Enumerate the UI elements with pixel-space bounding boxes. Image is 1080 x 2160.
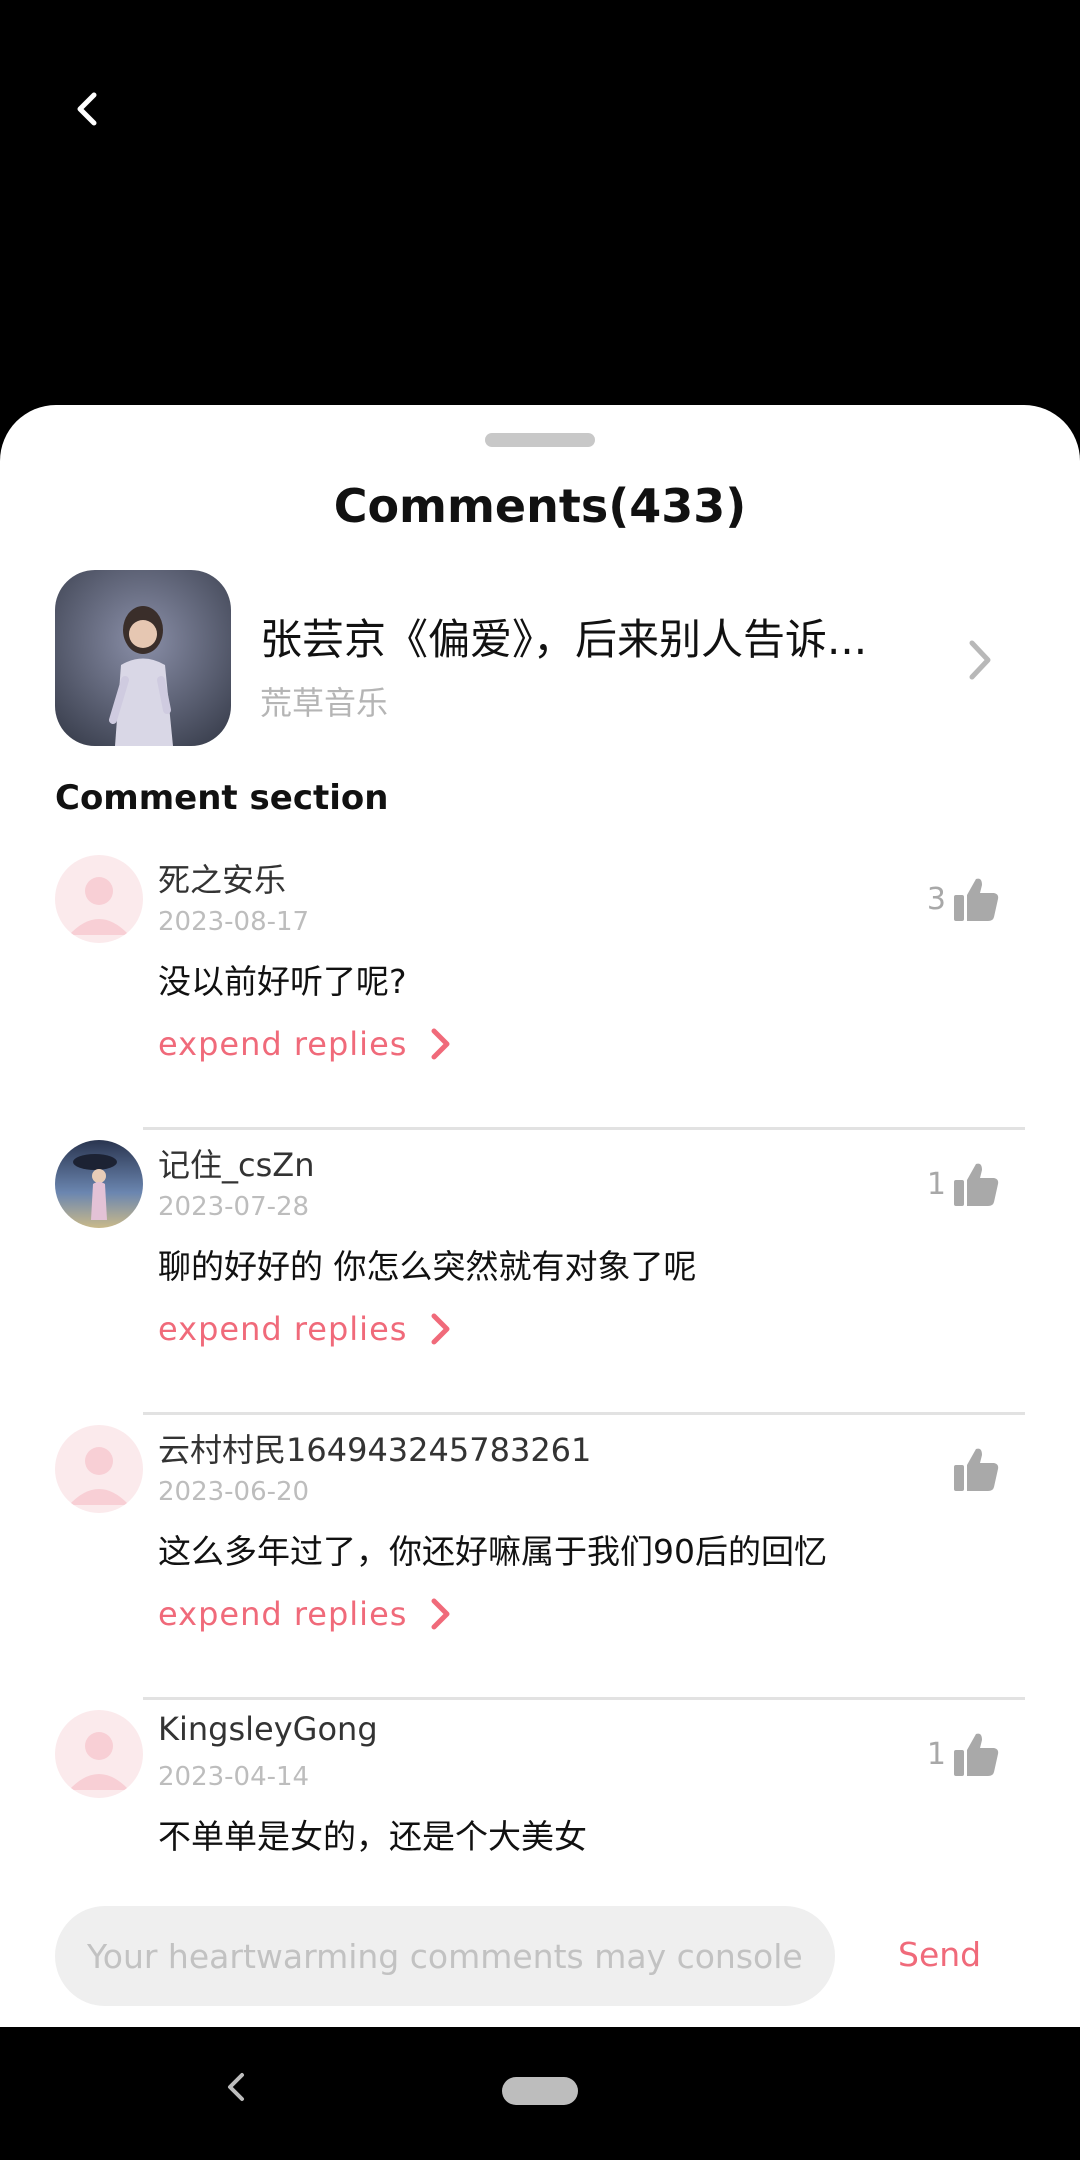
comment-text: 不单单是女的，还是个大美女 bbox=[158, 1817, 587, 1856]
sheet-title: Comments(433) bbox=[333, 479, 747, 533]
chevron-right-icon bbox=[431, 1598, 450, 1630]
comment-item: KingsleyGong 2023-04-14 不单单是女的，还是个大美女 1 bbox=[0, 1710, 1080, 1870]
thumbs-up-icon bbox=[954, 1448, 999, 1491]
expand-replies-label: expend replies bbox=[158, 1025, 408, 1063]
drag-handle[interactable] bbox=[485, 433, 595, 447]
expand-replies-button[interactable]: expend replies bbox=[158, 1595, 453, 1633]
comment-input[interactable] bbox=[85, 1935, 809, 1977]
divider bbox=[143, 1412, 1025, 1415]
like-button[interactable] bbox=[946, 1445, 1000, 1493]
thumbs-up-icon bbox=[954, 878, 999, 921]
nav-home-pill[interactable] bbox=[502, 2077, 578, 2105]
like-count: 1 bbox=[926, 1736, 946, 1772]
nav-back-icon[interactable] bbox=[222, 2067, 252, 2107]
comment-text: 这么多年过了，你还好嘛属于我们90后的回忆 bbox=[158, 1532, 827, 1571]
comment-date: 2023-06-20 bbox=[158, 1477, 310, 1507]
expand-replies-label: expend replies bbox=[158, 1310, 408, 1348]
comment-username[interactable]: 记住_csZn bbox=[158, 1140, 314, 1186]
avatar[interactable] bbox=[55, 1710, 143, 1798]
chevron-right-icon bbox=[431, 1313, 450, 1345]
comment-username[interactable]: KingsleyGong bbox=[158, 1710, 378, 1748]
like-count: 1 bbox=[926, 1166, 946, 1202]
avatar[interactable] bbox=[55, 1425, 143, 1513]
top-area bbox=[0, 0, 1080, 405]
like-button[interactable]: 1 bbox=[927, 1730, 1000, 1778]
avatar[interactable] bbox=[55, 1140, 143, 1228]
send-button[interactable]: Send bbox=[898, 1935, 981, 1974]
comment-text: 没以前好听了呢? bbox=[158, 962, 407, 1001]
system-nav-bar bbox=[0, 2027, 1080, 2160]
song-card[interactable]: 张芸京《偏爱》，后来别人告诉... 荒草音乐 bbox=[55, 570, 1025, 746]
divider bbox=[143, 1697, 1025, 1700]
expand-replies-button[interactable]: expend replies bbox=[158, 1025, 453, 1063]
comment-date: 2023-08-17 bbox=[158, 907, 310, 937]
song-artist: 荒草音乐 bbox=[260, 684, 389, 722]
comment-username[interactable]: 云村村民164943245783261 bbox=[158, 1425, 591, 1471]
thumbs-up-icon bbox=[954, 1733, 999, 1776]
comment-item: 死之安乐 2023-08-17 没以前好听了呢? expend replies … bbox=[0, 855, 1080, 1139]
like-count: 3 bbox=[926, 881, 946, 917]
like-button[interactable]: 1 bbox=[927, 1160, 1000, 1208]
expand-replies-label: expend replies bbox=[158, 1595, 408, 1633]
like-button[interactable]: 3 bbox=[927, 875, 1000, 923]
back-button[interactable] bbox=[62, 84, 112, 134]
divider bbox=[143, 1127, 1025, 1130]
comment-date: 2023-04-14 bbox=[158, 1762, 310, 1792]
chevron-left-icon bbox=[77, 92, 97, 126]
comment-section-label: Comment section bbox=[55, 778, 389, 818]
comment-date: 2023-07-28 bbox=[158, 1192, 310, 1222]
thumbs-up-icon bbox=[954, 1163, 999, 1206]
avatar[interactable] bbox=[55, 855, 143, 943]
chevron-right-icon bbox=[431, 1028, 450, 1060]
comment-input-container bbox=[55, 1906, 835, 2006]
chevron-right-icon bbox=[969, 640, 991, 680]
song-cover bbox=[55, 570, 231, 746]
comment-item: 云村村民164943245783261 2023-06-20 这么多年过了，你还… bbox=[0, 1425, 1080, 1709]
comment-username[interactable]: 死之安乐 bbox=[158, 855, 286, 901]
comments-sheet: Comments(433) 张芸京《偏爱》，后来别人告诉... 荒草音乐 Com… bbox=[0, 405, 1080, 2027]
expand-replies-button[interactable]: expend replies bbox=[158, 1310, 453, 1348]
comment-text: 聊的好好的 你怎么突然就有对象了呢 bbox=[158, 1247, 697, 1286]
comment-item: 记住_csZn 2023-07-28 聊的好好的 你怎么突然就有对象了呢 exp… bbox=[0, 1140, 1080, 1424]
song-title: 张芸京《偏爱》，后来别人告诉... bbox=[260, 615, 868, 664]
